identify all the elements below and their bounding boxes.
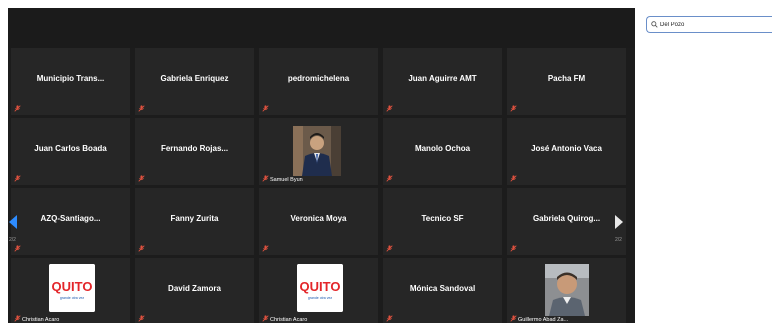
participant-tile[interactable]: Pacha FM — [507, 48, 626, 115]
participant-tile[interactable]: AZQ-Santiago... — [11, 188, 130, 255]
participant-name: Mónica Sandoval — [409, 284, 476, 293]
participant-video — [545, 264, 589, 316]
muted-mic-icon — [14, 105, 21, 112]
muted-mic-icon — [138, 245, 145, 252]
muted-mic-icon — [386, 245, 393, 252]
participant-tile[interactable]: José Antonio Vaca — [507, 118, 626, 185]
participant-video — [293, 126, 341, 176]
participant-name: Fanny Zurita — [170, 214, 219, 223]
page-indicator-left: 2/2 — [9, 237, 16, 243]
muted-mic-icon — [262, 245, 269, 252]
participant-tile[interactable]: Juan Carlos Boada — [11, 118, 130, 185]
meeting-window: Municipio Trans... Gabriela Enriquez ped… — [8, 8, 635, 323]
participant-tile-video[interactable]: Samuel Byun — [259, 118, 378, 185]
participant-tile-video[interactable]: QUITO grande otra vez Christian Acaro — [259, 258, 378, 323]
muted-mic-icon — [510, 105, 517, 112]
participant-tile[interactable]: Veronica Moya — [259, 188, 378, 255]
logo-wordmark: QUITO — [300, 279, 341, 294]
participant-name: Manolo Ochoa — [414, 144, 471, 153]
meeting-top-bar — [8, 8, 635, 48]
chevron-right-icon — [615, 215, 623, 229]
participant-tile[interactable]: David Zamora — [135, 258, 254, 323]
quito-logo: QUITO grande otra vez — [49, 264, 95, 312]
muted-mic-icon — [138, 105, 145, 112]
participant-caption: Christian Acaro — [22, 317, 60, 323]
logo-tagline: grande otra vez — [60, 296, 85, 300]
muted-mic-icon — [510, 245, 517, 252]
next-page-button[interactable] — [614, 214, 624, 235]
search-box[interactable] — [646, 16, 772, 33]
search-input[interactable] — [660, 19, 768, 30]
participant-name: Juan Aguirre AMT — [408, 74, 477, 83]
logo-tagline: grande otra vez — [308, 296, 333, 300]
participant-name: Municipio Trans... — [36, 74, 105, 83]
participant-tile[interactable]: pedromichelena — [259, 48, 378, 115]
participant-caption: Guillermo Abad Za... — [518, 317, 569, 323]
muted-mic-icon — [262, 175, 269, 182]
muted-mic-icon — [262, 315, 269, 322]
search-icon — [651, 21, 658, 28]
muted-mic-icon — [138, 175, 145, 182]
logo-wordmark: QUITO — [52, 279, 93, 294]
participant-tile[interactable]: Gabriela Quirog... — [507, 188, 626, 255]
gallery-grid: Municipio Trans... Gabriela Enriquez ped… — [11, 48, 632, 323]
participant-name: Veronica Moya — [290, 214, 347, 223]
chevron-left-icon — [9, 215, 17, 229]
participant-name: Fernando Rojas... — [160, 144, 229, 153]
participant-name: Tecnico SF — [421, 214, 464, 223]
participant-name: Gabriela Enriquez — [160, 74, 229, 83]
quito-logo-icon: QUITO grande otra vez — [49, 264, 95, 312]
participant-tile[interactable]: Tecnico SF — [383, 188, 502, 255]
muted-mic-icon — [14, 175, 21, 182]
muted-mic-icon — [510, 175, 517, 182]
participant-name: Juan Carlos Boada — [34, 144, 107, 153]
muted-mic-icon — [386, 105, 393, 112]
muted-mic-icon — [138, 315, 145, 322]
person-photo-icon — [293, 126, 341, 176]
muted-mic-icon — [386, 315, 393, 322]
participant-tile[interactable]: Municipio Trans... — [11, 48, 130, 115]
muted-mic-icon — [14, 245, 21, 252]
participant-name: Pacha FM — [547, 74, 586, 83]
participant-caption: Christian Acaro — [270, 317, 308, 323]
muted-mic-icon — [262, 105, 269, 112]
participant-tile[interactable]: Juan Aguirre AMT — [383, 48, 502, 115]
participant-tile[interactable]: Fanny Zurita — [135, 188, 254, 255]
participant-name: AZQ-Santiago... — [40, 214, 101, 223]
muted-mic-icon — [510, 315, 517, 322]
participant-tile[interactable]: Manolo Ochoa — [383, 118, 502, 185]
quito-logo: QUITO grande otra vez — [297, 264, 343, 312]
muted-mic-icon — [386, 175, 393, 182]
participant-tile-video[interactable]: QUITO grande otra vez Christian Acaro — [11, 258, 130, 323]
participant-tile-video[interactable]: Guillermo Abad Za... — [507, 258, 626, 323]
participant-name: David Zamora — [168, 284, 221, 293]
participant-name: José Antonio Vaca — [531, 144, 602, 153]
participant-caption: Samuel Byun — [270, 177, 303, 183]
muted-mic-icon — [14, 315, 21, 322]
person-photo-icon — [545, 264, 589, 316]
participant-tile[interactable]: Gabriela Enriquez — [135, 48, 254, 115]
participant-name: pedromichelena — [287, 74, 350, 83]
quito-logo-icon: QUITO grande otra vez — [297, 264, 343, 312]
participant-tile[interactable]: Fernando Rojas... — [135, 118, 254, 185]
participant-tile[interactable]: Mónica Sandoval — [383, 258, 502, 323]
page-indicator-right: 2/2 — [615, 237, 622, 243]
participant-name: Gabriela Quirog... — [532, 214, 601, 223]
previous-page-button[interactable] — [8, 214, 18, 235]
